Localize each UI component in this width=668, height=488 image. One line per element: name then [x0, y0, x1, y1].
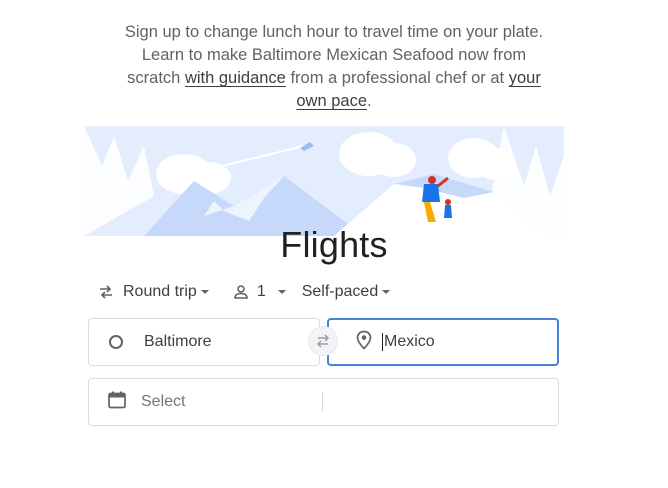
passenger-count: 1 — [256, 283, 266, 300]
origin-value: Baltimore — [144, 333, 212, 350]
winter-travel-illustration — [84, 126, 564, 236]
chevron-down-icon — [200, 290, 209, 294]
trip-type-label: Round trip — [123, 283, 197, 300]
page-title: Flights — [280, 224, 388, 265]
date-divider — [322, 392, 323, 412]
person-icon — [231, 282, 251, 302]
chevron-down-icon — [277, 290, 286, 294]
origin-field[interactable]: Baltimore — [88, 318, 320, 366]
round-trip-icon — [96, 282, 116, 302]
chevron-down-icon — [382, 290, 391, 294]
intro-paragraph: Sign up to change lunch hour to travel t… — [118, 21, 550, 113]
swap-locations-button[interactable] — [308, 326, 338, 356]
intro-text-end: . — [367, 92, 372, 110]
calendar-icon — [107, 390, 127, 415]
departure-date-placeholder: Select — [141, 393, 186, 410]
class-label: Self-paced — [301, 283, 379, 300]
intro-text-middle: from a professional chef or at — [285, 69, 509, 87]
swap-icon — [316, 334, 330, 348]
destination-value: Mexico — [382, 333, 435, 351]
with-guidance-link[interactable]: with guidance — [185, 69, 286, 87]
class-dropdown[interactable]: Self-paced — [302, 283, 391, 301]
dates-field[interactable]: Select — [88, 378, 559, 426]
trip-options: Round trip 1 Self-paced — [96, 280, 391, 304]
origin-circle-icon — [109, 335, 123, 349]
trip-type-dropdown[interactable]: Round trip — [96, 282, 209, 302]
passengers-dropdown[interactable]: 1 — [231, 282, 286, 302]
destination-field[interactable]: Mexico — [327, 318, 559, 366]
location-pin-icon — [355, 330, 373, 355]
